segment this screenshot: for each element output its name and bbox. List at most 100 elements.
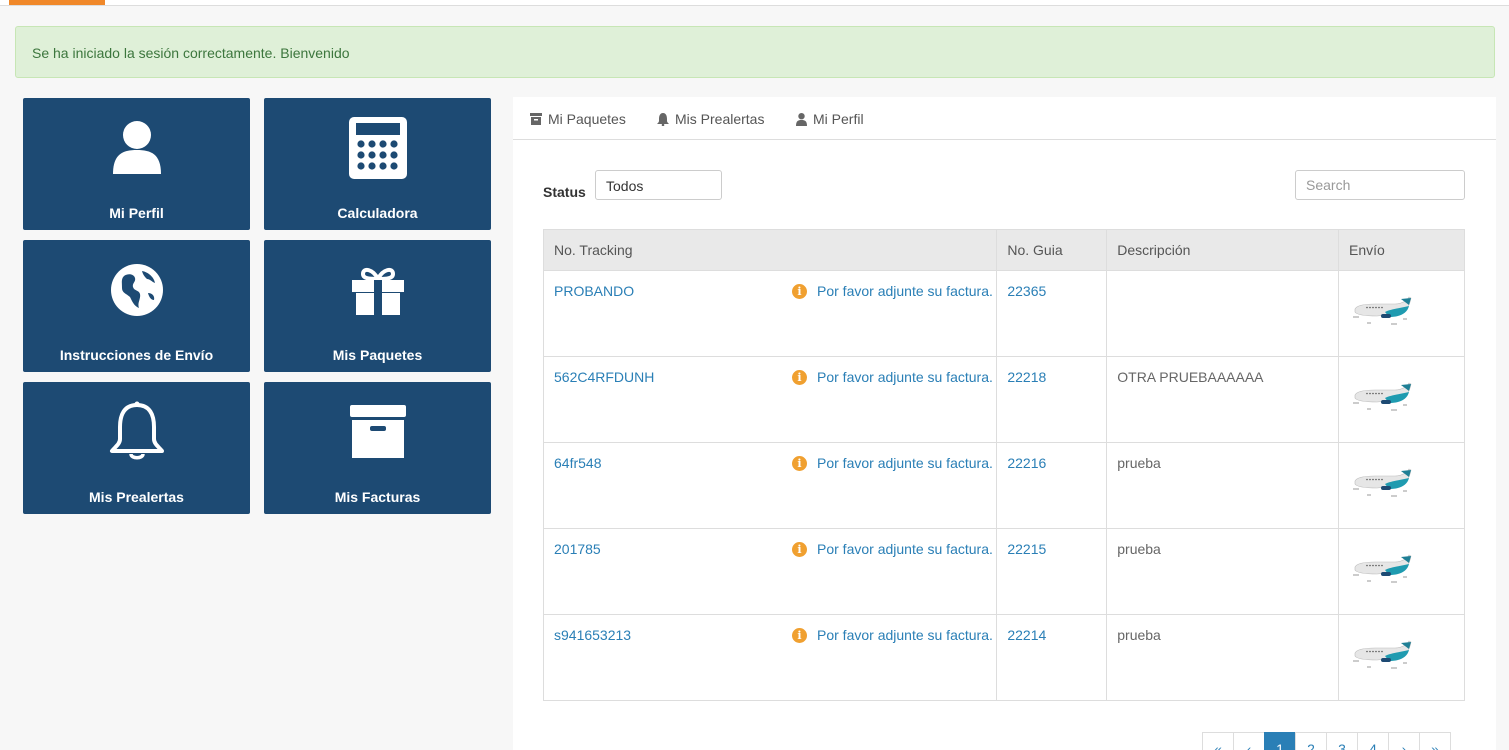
description-text: OTRA PRUEBAAAAAA <box>1117 369 1264 385</box>
header-envio[interactable]: Envío <box>1338 229 1465 271</box>
bell-icon <box>657 112 669 126</box>
tab-mi-perfil[interactable]: Mi Perfil <box>796 111 864 127</box>
calculator-icon <box>264 116 491 180</box>
airplane-shipping-icon <box>1353 640 1412 669</box>
cell-envio <box>1338 442 1465 529</box>
tile-label: Mis Paquetes <box>332 347 423 363</box>
cell-tracking: s941653213 i Por favor adjunte su factura. <box>542 614 998 701</box>
status-label: Status <box>543 184 586 200</box>
table-row: 201785 i Por favor adjunte su factura. 2221… <box>542 528 1465 615</box>
cell-guia: 22215 <box>996 528 1108 615</box>
attach-invoice-warning[interactable]: i Por favor adjunte su factura. <box>792 541 993 557</box>
attach-invoice-warning[interactable]: i Por favor adjunte su factura. <box>792 283 993 299</box>
header-guia[interactable]: No. Guia <box>996 229 1108 271</box>
user-icon <box>23 116 250 180</box>
cell-descripcion: prueba <box>1106 528 1340 615</box>
tab-label: Mi Perfil <box>813 111 864 127</box>
page-first[interactable]: « <box>1202 732 1234 750</box>
search-input[interactable] <box>1295 170 1465 200</box>
airplane-shipping-icon <box>1353 468 1412 497</box>
table-row: 64fr548 i Por favor adjunte su factura. 222… <box>542 442 1465 529</box>
table-header-row: No. Tracking No. Guia Descripción Envío <box>542 229 1465 271</box>
packages-table: No. Tracking No. Guia Descripción Envío … <box>542 229 1465 701</box>
archive-box-icon <box>264 400 491 464</box>
guia-link[interactable]: 22215 <box>1007 541 1046 557</box>
tile-mis-prealertas[interactable]: Mis Prealertas <box>23 382 250 514</box>
tile-label: Mi Perfil <box>109 205 164 221</box>
panel-tabs: Mi Paquetes Mis Prealertas Mi Perfil <box>513 97 1496 140</box>
cell-guia: 22214 <box>996 614 1108 701</box>
tracking-link[interactable]: 64fr548 <box>554 455 601 471</box>
cell-envio <box>1338 528 1465 615</box>
warning-text: Por favor adjunte su factura. <box>817 541 993 557</box>
cell-guia: 22365 <box>996 270 1108 357</box>
tile-label: Instrucciones de Envío <box>59 347 214 363</box>
bell-icon <box>23 400 250 464</box>
cell-guia: 22216 <box>996 442 1108 529</box>
cell-envio <box>1338 270 1465 357</box>
warning-text: Por favor adjunte su factura. <box>817 455 993 471</box>
page-prev[interactable]: ‹ <box>1233 732 1265 750</box>
guia-link[interactable]: 22218 <box>1007 369 1046 385</box>
warning-text: Por favor adjunte su factura. <box>817 627 993 643</box>
tracking-link[interactable]: 201785 <box>554 541 601 557</box>
tile-mi-perfil[interactable]: Mi Perfil <box>23 98 250 230</box>
alert-message: Se ha iniciado la sesión correctamente. … <box>32 45 350 61</box>
table-row: 562C4RFDUNH i Por favor adjunte su factura… <box>542 356 1465 443</box>
attach-invoice-warning[interactable]: i Por favor adjunte su factura. <box>792 369 993 385</box>
guia-link[interactable]: 22216 <box>1007 455 1046 471</box>
description-text: prueba <box>1117 541 1161 557</box>
guia-link[interactable]: 22365 <box>1007 283 1046 299</box>
attach-invoice-warning[interactable]: i Por favor adjunte su factura. <box>792 627 993 643</box>
airplane-shipping-icon <box>1353 382 1412 411</box>
cell-tracking: 201785 i Por favor adjunte su factura. <box>542 528 998 615</box>
pagination: « ‹ 1 2 3 4 › » <box>1202 732 1451 750</box>
cell-descripcion <box>1106 270 1340 357</box>
table-row: PROBANDO i Por favor adjunte su factura. 22… <box>542 270 1465 357</box>
header-tracking[interactable]: No. Tracking <box>542 229 998 271</box>
success-alert: Se ha iniciado la sesión correctamente. … <box>15 26 1495 78</box>
attach-invoice-warning[interactable]: i Por favor adjunte su factura. <box>792 455 993 471</box>
packages-panel: Mi Paquetes Mis Prealertas Mi Perfil Sta… <box>513 97 1496 750</box>
tab-label: Mis Prealertas <box>675 111 765 127</box>
tracking-link[interactable]: PROBANDO <box>554 283 634 299</box>
info-icon: i <box>792 541 807 557</box>
cell-descripcion: prueba <box>1106 442 1340 529</box>
guia-link[interactable]: 22214 <box>1007 627 1046 643</box>
tile-calculadora[interactable]: Calculadora <box>264 98 491 230</box>
globe-icon <box>23 258 250 322</box>
tile-label: Mis Facturas <box>334 489 421 505</box>
info-icon: i <box>792 369 807 385</box>
cell-descripcion: OTRA PRUEBAAAAAA <box>1106 356 1340 443</box>
page-4[interactable]: 4 <box>1357 732 1389 750</box>
page-last[interactable]: » <box>1419 732 1451 750</box>
tracking-link[interactable]: s941653213 <box>554 627 631 643</box>
tile-instrucciones-envio[interactable]: Instrucciones de Envío <box>23 240 250 372</box>
header-descripcion[interactable]: Descripción <box>1106 229 1340 271</box>
tile-label: Mis Prealertas <box>89 489 184 505</box>
user-icon <box>796 112 807 126</box>
tile-label: Calculadora <box>337 205 418 221</box>
tile-mis-paquetes[interactable]: Mis Paquetes <box>264 240 491 372</box>
description-text: prueba <box>1117 627 1161 643</box>
tab-mis-prealertas[interactable]: Mis Prealertas <box>657 111 764 127</box>
warning-text: Por favor adjunte su factura. <box>817 283 993 299</box>
cell-guia: 22218 <box>996 356 1108 443</box>
active-nav-indicator <box>9 0 105 5</box>
tab-mi-paquetes[interactable]: Mi Paquetes <box>530 111 626 127</box>
cell-tracking: 64fr548 i Por favor adjunte su factura. <box>542 442 998 529</box>
info-icon: i <box>792 627 807 643</box>
tile-mis-facturas[interactable]: Mis Facturas <box>264 382 491 514</box>
tab-label: Mi Paquetes <box>548 111 626 127</box>
page-2[interactable]: 2 <box>1295 732 1327 750</box>
page-next[interactable]: › <box>1388 732 1420 750</box>
airplane-shipping-icon <box>1353 554 1412 583</box>
page-3[interactable]: 3 <box>1326 732 1358 750</box>
status-select[interactable]: Todos <box>595 170 722 200</box>
cell-descripcion: prueba <box>1106 614 1340 701</box>
info-icon: i <box>792 455 807 471</box>
tracking-link[interactable]: 562C4RFDUNH <box>554 369 654 385</box>
gift-icon <box>264 258 491 322</box>
page-1[interactable]: 1 <box>1264 732 1296 750</box>
cell-tracking: PROBANDO i Por favor adjunte su factura. <box>542 270 998 357</box>
